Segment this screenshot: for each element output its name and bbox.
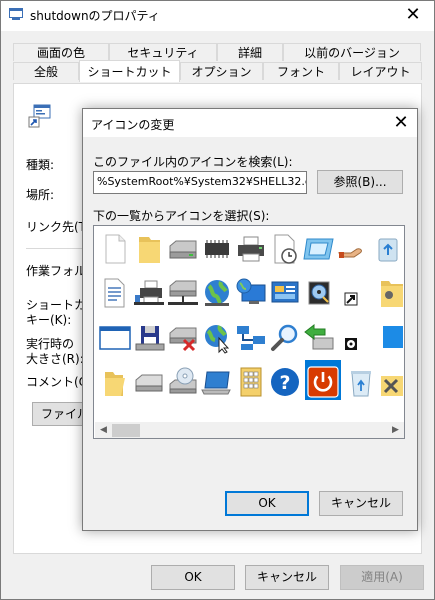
- window-title: shutdownのプロパティ: [30, 9, 160, 23]
- folder-tools-icon[interactable]: [371, 277, 403, 309]
- dialog-cancel-button[interactable]: キャンセル: [319, 491, 403, 516]
- tab-previous-versions[interactable]: 以前のバージョン: [283, 43, 421, 61]
- search-label: このファイル内のアイコンを検索(L):: [93, 155, 293, 169]
- blue-square-icon[interactable]: [371, 322, 403, 354]
- document-clock-icon[interactable]: [269, 233, 301, 265]
- globe-cursor-icon[interactable]: [201, 322, 233, 354]
- tab-layout[interactable]: レイアウト: [339, 62, 422, 80]
- console-app-icon: [9, 8, 23, 21]
- dialog-ok-button[interactable]: OK: [225, 491, 309, 516]
- horizontal-scrollbar[interactable]: ◀ ▶: [95, 422, 404, 438]
- help-icon[interactable]: ?: [269, 366, 301, 398]
- back-arrow-icon[interactable]: [303, 322, 335, 354]
- run-size-label-2: 大きさ(R):: [26, 352, 84, 366]
- shortcut-key-label-2: キー(K):: [26, 313, 72, 327]
- icon-list-label: 下の一覧からアイコンを選択(S):: [93, 209, 270, 223]
- icon-list[interactable]: ? ◀ ▶: [93, 225, 405, 439]
- folder-open-icon[interactable]: [99, 366, 131, 398]
- shortcut-app-icon: [28, 104, 52, 131]
- drive-icon[interactable]: [167, 233, 199, 265]
- dialog-close-icon[interactable]: ✕: [390, 112, 412, 134]
- tab-details[interactable]: 詳細: [217, 43, 283, 61]
- network-drive-icon[interactable]: [167, 277, 199, 309]
- scroll-right-icon[interactable]: ▶: [387, 422, 404, 438]
- icon-file-path-input[interactable]: %SystemRoot%¥System32¥SHELL32.dll: [93, 171, 307, 194]
- scroll-left-icon[interactable]: ◀: [95, 422, 112, 438]
- drive-delete-icon[interactable]: [167, 322, 199, 354]
- hand-icon[interactable]: [337, 233, 369, 265]
- browse-button[interactable]: 参照(B)...: [317, 170, 403, 194]
- divider: [26, 248, 86, 249]
- network-printer-icon[interactable]: [133, 277, 165, 309]
- tab-screen-colors[interactable]: 画面の色: [13, 43, 109, 61]
- ok-button[interactable]: OK: [151, 565, 235, 590]
- apply-button: 適用(A): [340, 565, 424, 590]
- floppy-icon[interactable]: [133, 322, 165, 354]
- tab-general[interactable]: 全般: [13, 62, 79, 80]
- tab-options[interactable]: オプション: [180, 62, 263, 80]
- shortcut-arrow-icon[interactable]: [337, 277, 369, 309]
- dialog-title: アイコンの変更: [91, 118, 175, 132]
- application-window-icon[interactable]: [99, 322, 131, 354]
- tools-icon[interactable]: [371, 366, 403, 398]
- chip-icon[interactable]: [201, 233, 233, 265]
- kind-label: 種類:: [26, 158, 55, 172]
- folder-icon[interactable]: [133, 233, 165, 265]
- search-icon[interactable]: [269, 322, 301, 354]
- text-document-icon[interactable]: [99, 277, 131, 309]
- icon-grid: ?: [94, 226, 404, 422]
- globe-network-icon[interactable]: [201, 277, 233, 309]
- laptop-icon[interactable]: [201, 366, 233, 398]
- keypad-icon[interactable]: [235, 366, 267, 398]
- svg-text:?: ?: [279, 372, 290, 394]
- tab-font[interactable]: フォント: [263, 62, 339, 80]
- change-icon-dialog: アイコンの変更 ✕ このファイル内のアイコンを検索(L): %SystemRoo…: [82, 108, 418, 531]
- scrollbar-thumb[interactable]: [112, 424, 140, 437]
- cancel-button[interactable]: キャンセル: [245, 565, 329, 590]
- cd-player-icon[interactable]: [303, 277, 335, 309]
- tab-security[interactable]: セキュリティ: [109, 43, 217, 61]
- network-icon[interactable]: [235, 322, 267, 354]
- printer-icon[interactable]: [235, 233, 267, 265]
- disc-icon[interactable]: [337, 322, 369, 354]
- power-icon[interactable]: [307, 366, 339, 398]
- cd-drive-icon[interactable]: [167, 366, 199, 398]
- window-icon[interactable]: [303, 233, 335, 265]
- monitor-globe-icon[interactable]: [235, 277, 267, 309]
- close-icon[interactable]: ✕: [402, 4, 424, 26]
- drive-gray-icon[interactable]: [133, 366, 165, 398]
- control-panel-icon[interactable]: [269, 277, 301, 309]
- blank-document-icon[interactable]: [99, 233, 131, 265]
- tab-shortcut[interactable]: ショートカット: [79, 60, 180, 82]
- recycle-icon[interactable]: [371, 233, 403, 265]
- location-label: 場所:: [26, 188, 55, 202]
